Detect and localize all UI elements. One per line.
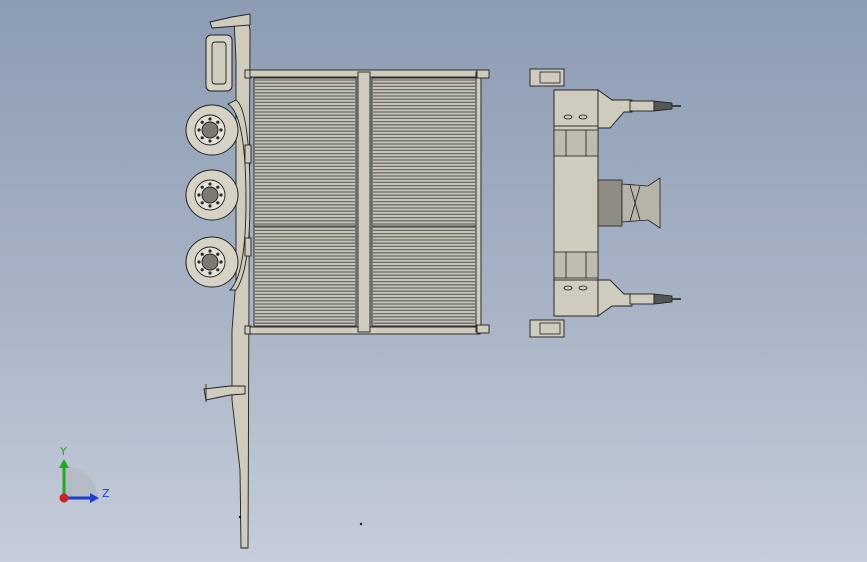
upper-bushing-terminal [653, 100, 673, 112]
wheel-lug-nut [216, 201, 220, 205]
wheel-hub [201, 121, 219, 139]
tank-top-flange [553, 89, 599, 127]
spare-wheel-rim [211, 41, 227, 85]
radiator-assembly[interactable] [249, 69, 490, 335]
wheel-lug-nut [208, 117, 212, 121]
wheel-lug-nut [216, 268, 220, 272]
tank-lower-band [553, 251, 599, 279]
wheel-lug-nut [200, 136, 204, 140]
radiator-bottom-cap [476, 324, 490, 334]
upper-bushing-body [629, 100, 655, 112]
wheel-lug-nut [200, 268, 204, 272]
y-axis-label: Y [59, 445, 67, 458]
wheel-lug-nut [208, 271, 212, 275]
frame-dot-mark [238, 515, 242, 519]
cad-model-scene[interactable]: Y Z [0, 0, 867, 562]
lower-bushing-terminal [653, 293, 673, 305]
wheel-lug-nut [216, 136, 220, 140]
wheel-lug-nut [208, 204, 212, 208]
origin-dot-mark [359, 522, 363, 526]
tank-upper-band [553, 129, 599, 157]
center-cylinder [597, 179, 623, 227]
wheel-hub [201, 253, 219, 271]
wheel-lug-nut [219, 128, 223, 132]
center-bell-cone [621, 177, 661, 229]
tank-end-view-assembly[interactable] [529, 68, 681, 338]
wheel-lug-nut [197, 260, 201, 264]
frame-top-hitch [209, 13, 251, 29]
wheel-lug-nut [208, 182, 212, 186]
wheel-lug-nut [208, 139, 212, 143]
wheel-lug-nut [216, 185, 220, 189]
wheel-lug-nut [219, 260, 223, 264]
wheel-lug-nut [197, 193, 201, 197]
tank-bottom-flange [553, 279, 599, 317]
frame-bracket-2 [244, 144, 252, 164]
wheel-lug-nut [200, 185, 204, 189]
wheel-lug-nut [200, 120, 204, 124]
cad-graphics-viewport[interactable]: Y Z [0, 0, 867, 562]
radiator-end-post [475, 71, 482, 333]
z-axis-label: Z [102, 487, 110, 500]
wheel-lug-nut [219, 193, 223, 197]
tandem-wheels[interactable] [185, 104, 239, 288]
wheel-lug-nut [216, 120, 220, 124]
x-axis-dot-icon [59, 493, 69, 503]
lower-bushing-body [629, 293, 655, 305]
frame-main-rail [231, 14, 251, 549]
wheel-lug-nut [197, 128, 201, 132]
frame-bracket-3 [244, 237, 252, 257]
wheel-lug-nut [200, 252, 204, 256]
wheel-lug-nut [216, 252, 220, 256]
radiator-top-cap [476, 69, 490, 79]
radiator-divider-post [357, 71, 371, 333]
lower-bushing-arm [597, 279, 633, 317]
y-axis-arrowhead [59, 459, 69, 468]
top-junction-box [529, 68, 565, 87]
upper-bushing-arm [597, 89, 633, 129]
wheel-hub [201, 186, 219, 204]
coordinate-triad[interactable]: Y Z [59, 445, 110, 503]
wheel-lug-nut [208, 249, 212, 253]
bottom-junction-box [529, 319, 565, 338]
wheel-lug-nut [200, 201, 204, 205]
